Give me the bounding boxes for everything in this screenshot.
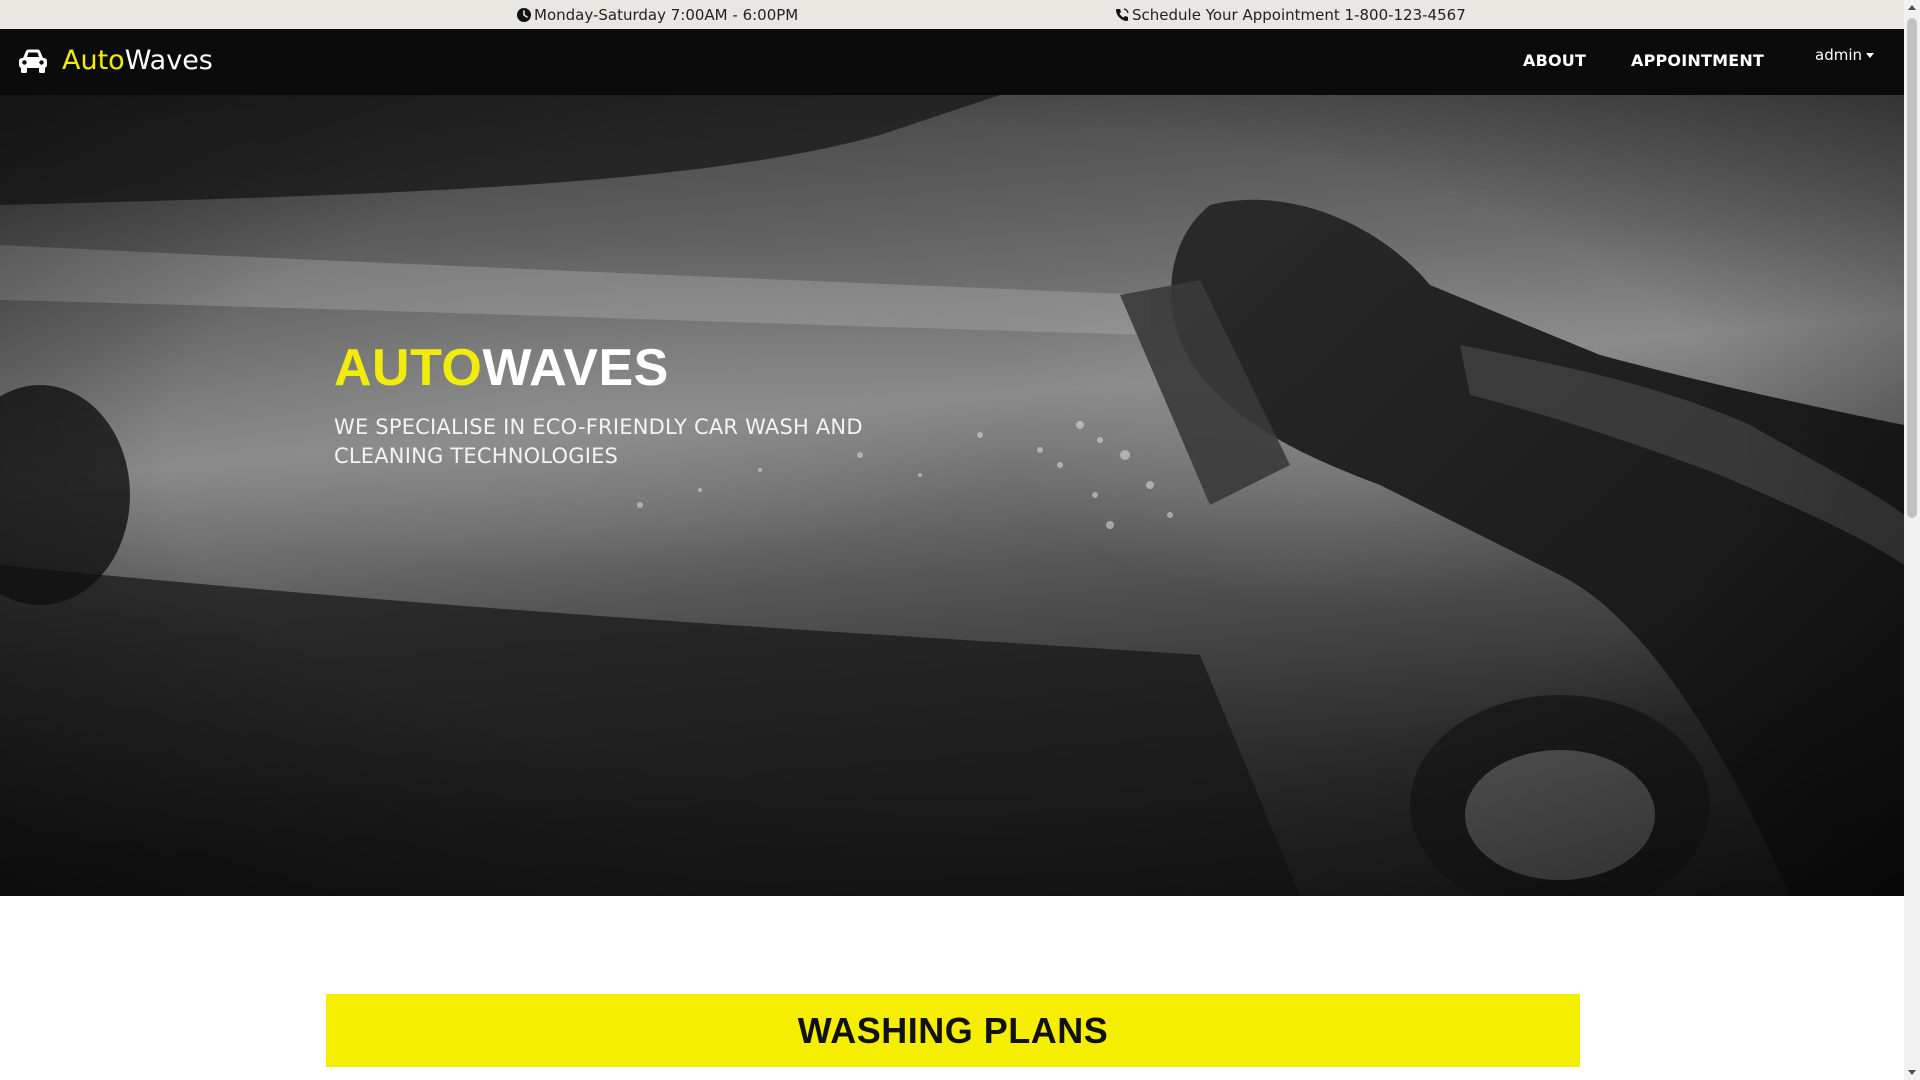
business-hours-text: Monday-Saturday 7:00AM - 6:00PM: [534, 6, 799, 24]
hero-subtitle: WE SPECIALISE IN ECO-FRIENDLY CAR WASH A…: [334, 415, 863, 468]
scroll-down-icon[interactable]: [1908, 1070, 1916, 1075]
scroll-up-icon[interactable]: [1908, 5, 1916, 10]
hero-title: AUTOWAVES: [334, 338, 669, 398]
brand-name-waves: Waves: [124, 45, 213, 76]
hero-banner: AUTOWAVES WE SPECIALISE IN ECO-FRIENDLY …: [0, 95, 1904, 896]
brand-name-auto: Auto: [62, 45, 125, 76]
main-navbar: AutoWaves ABOUT APPOINTMENT admin: [0, 29, 1904, 95]
hero-title-auto: AUTO: [334, 339, 483, 397]
page-scrollbar[interactable]: [1904, 0, 1920, 1080]
nav-link-about[interactable]: ABOUT: [1523, 51, 1586, 70]
washing-plans-header: WASHING PLANS: [326, 994, 1580, 1067]
page: Monday-Saturday 7:00AM - 6:00PM Schedule…: [0, 0, 1920, 1080]
brand-logo[interactable]: AutoWaves: [17, 43, 213, 79]
business-hours: Monday-Saturday 7:00AM - 6:00PM: [516, 6, 798, 24]
car-icon: [17, 47, 49, 75]
nav-link-appointment[interactable]: APPOINTMENT: [1631, 51, 1764, 70]
user-name: admin: [1815, 46, 1862, 64]
top-info-bar: Monday-Saturday 7:00AM - 6:00PM Schedule…: [0, 0, 1904, 29]
user-menu-dropdown[interactable]: admin: [1815, 46, 1874, 64]
hero-background-image: [0, 95, 1904, 896]
brand-name: AutoWaves: [62, 43, 213, 79]
appointment-phone[interactable]: Schedule Your Appointment 1-800-123-4567: [1114, 6, 1466, 24]
clock-icon: [516, 7, 532, 23]
appointment-phone-text: Schedule Your Appointment 1-800-123-4567: [1132, 6, 1466, 24]
scrollbar-thumb[interactable]: [1907, 18, 1917, 518]
washing-plans-title: WASHING PLANS: [797, 1009, 1109, 1051]
phone-icon: [1114, 7, 1130, 23]
caret-down-icon: [1866, 52, 1874, 58]
hero-title-waves: WAVES: [482, 339, 669, 397]
